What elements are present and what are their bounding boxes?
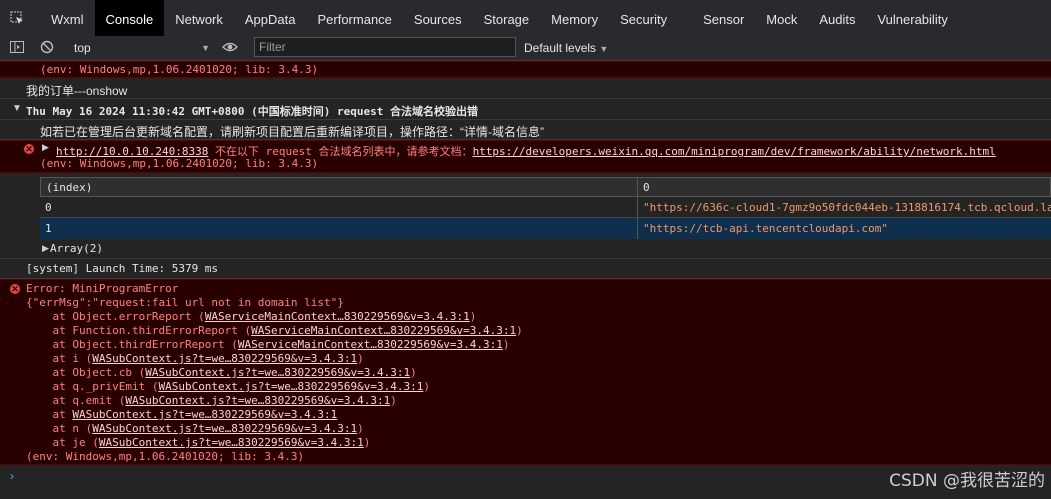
devtools-tabbar: Wxml Console Network AppData Performance…	[0, 0, 1051, 37]
panel-tabs: Wxml Console Network AppData Performance…	[40, 0, 959, 36]
expand-arrow-icon[interactable]: ▶	[42, 243, 49, 254]
console-toolbar: top ▼ Filter Default levels ▼	[0, 36, 1051, 61]
tab-vulnerability[interactable]: Vulnerability	[866, 0, 958, 36]
console-prompt-icon[interactable]: ›	[10, 469, 14, 483]
tab-memory[interactable]: Memory	[540, 0, 609, 36]
log-text: 我的订单---onshow	[26, 84, 128, 98]
table-header-index[interactable]: (index)	[40, 177, 638, 197]
error-title: Error: MiniProgramError	[26, 282, 179, 295]
group-header[interactable]: ▼ Thu May 16 2024 11:30:42 GMT+0800 (中国标…	[0, 99, 1051, 120]
stack-frame-link[interactable]: WASubContext.js?t=we…830229569&v=3.4.3:1	[72, 408, 337, 421]
stack-frame-function: at q.emit (	[26, 394, 126, 407]
stack-frame: at q.emit (WASubContext.js?t=we…83022956…	[26, 394, 397, 407]
env-text: (env: Windows,mp,1.06.2401020; lib: 3.4.…	[26, 450, 305, 463]
array-label: Array(2)	[50, 242, 103, 255]
stack-frame-function: at	[26, 408, 73, 421]
context-value: top	[74, 41, 91, 55]
tab-wxml[interactable]: Wxml	[40, 0, 95, 36]
stack-frame-function: at q._privEmit (	[26, 380, 159, 393]
watermark: CSDN @我很苦涩的	[889, 471, 1045, 491]
stack-frame-end: )	[423, 380, 430, 393]
env-text: (env: Windows,mp,1.06.2401020; lib: 3.4.…	[40, 157, 319, 170]
clear-console-icon[interactable]	[40, 40, 54, 54]
stack-frame-end: )	[516, 324, 523, 337]
error-entry: ✕ Error: MiniProgramError {"errMsg":"req…	[0, 279, 1051, 465]
stack-frame: at n (WASubContext.js?t=we…830229569&v=3…	[26, 422, 364, 435]
tab-performance[interactable]: Performance	[306, 0, 402, 36]
error-entry-tail: (env: Windows,mp,1.06.2401020; lib: 3.4.…	[0, 61, 1051, 78]
error-entry: ✕ ▶ http://10.0.10.240:8338 不在以下 request…	[0, 140, 1051, 173]
hint-text: 如若已在管理后台更新域名配置，请刷新项目配置后重新编译项目，操作路径：“详情-域…	[40, 125, 544, 139]
log-levels-dropdown[interactable]: Default levels ▼	[524, 36, 608, 60]
tab-sensor[interactable]: Sensor	[692, 0, 755, 36]
stack-frame-function: at Object.cb (	[26, 366, 146, 379]
stack-frame-end: )	[502, 338, 510, 351]
dropdown-arrow-icon: ▼	[599, 44, 609, 54]
stack-frame-end: )	[390, 394, 397, 407]
error-icon: ✕	[10, 284, 20, 294]
stack-frame: at je (WASubContext.js?t=we…830229569&v=…	[26, 436, 370, 449]
context-selector[interactable]: top ▼	[68, 38, 212, 58]
stack-frame: at Function.thirdErrorReport (WAServiceM…	[26, 324, 523, 337]
stack-frame-link[interactable]: WAServiceMainContext…830229569&v=3.4.3:1	[205, 310, 470, 323]
table-cell-index: 0	[40, 197, 638, 218]
stack-frame-link[interactable]: WAServiceMainContext…830229569&v=3.4.3:1	[251, 324, 516, 337]
tab-appdata[interactable]: AppData	[234, 0, 307, 36]
doc-link[interactable]: https://developers.weixin.qq.com/minipro…	[473, 145, 996, 158]
group-hint-row: 如若已在管理后台更新域名配置，请刷新项目配置后重新编译项目，操作路径：“详情-域…	[0, 120, 1051, 140]
dropdown-arrow-icon: ▼	[201, 43, 210, 53]
tab-mock[interactable]: Mock	[755, 0, 808, 36]
tab-audits[interactable]: Audits	[808, 0, 866, 36]
tab-console[interactable]: Console	[94, 0, 165, 36]
stack-frame-link[interactable]: WASubContext.js?t=we…830229569&v=3.4.3:1	[158, 380, 423, 393]
table-cell-index: 1	[40, 218, 638, 239]
launch-time-text: [system] Launch Time: 5379 ms	[26, 262, 219, 275]
sidebar-toggle-icon[interactable]	[10, 40, 24, 54]
tab-sources[interactable]: Sources	[403, 0, 473, 36]
stack-frame: at q._privEmit (WASubContext.js?t=we…830…	[26, 380, 430, 393]
stack-frame: at WASubContext.js?t=we…830229569&v=3.4.…	[26, 408, 337, 421]
expand-arrow-icon[interactable]: ▼	[12, 103, 22, 114]
eye-icon[interactable]	[222, 40, 238, 54]
filter-input[interactable]: Filter	[254, 37, 516, 57]
inspect-element-icon[interactable]	[10, 11, 24, 25]
stack-frame: at i (WASubContext.js?t=we…830229569&v=3…	[26, 352, 364, 365]
stack-frame-function: at n (	[26, 422, 93, 435]
table-header-0[interactable]: 0	[638, 177, 1051, 197]
env-text: (env: Windows,mp,1.06.2401020; lib: 3.4.…	[40, 63, 319, 76]
stack-frame-end: )	[410, 366, 417, 379]
stack-frame: at Object.thirdErrorReport (WAServiceMai…	[26, 338, 509, 351]
stack-frame-function: at i (	[26, 352, 93, 365]
expand-arrow-icon[interactable]: ▶	[42, 142, 49, 153]
log-levels-label: Default levels	[524, 41, 597, 55]
stack-frame-end: )	[469, 310, 477, 323]
log-entry: [system] Launch Time: 5379 ms	[0, 259, 1051, 279]
table-cell-value: "https://tcb-api.tencentcloudapi.com"	[638, 218, 1051, 239]
stack-frame-link[interactable]: WAServiceMainContext…830229569&v=3.4.3:1	[238, 338, 503, 351]
log-entry: 我的订单---onshow	[0, 78, 1051, 99]
stack-frame-end: )	[357, 352, 364, 365]
stack-frame-link[interactable]: WASubContext.js?t=we…830229569&v=3.4.3:1	[92, 352, 357, 365]
console-output: (env: Windows,mp,1.06.2401020; lib: 3.4.…	[0, 61, 1051, 499]
stack-frame-link[interactable]: WASubContext.js?t=we…830229569&v=3.4.3:1	[99, 436, 364, 449]
stack-frame-link[interactable]: WASubContext.js?t=we…830229569&v=3.4.3:1	[125, 394, 390, 407]
array-row[interactable]: ▶ Array(2)	[0, 239, 1051, 259]
stack-frame-function: at je (	[26, 436, 99, 449]
stack-frame-function: at Function.thirdErrorReport (	[26, 324, 252, 337]
tab-security[interactable]: Security	[609, 0, 678, 36]
error-icon: ✕	[24, 144, 34, 154]
stack-frame-link[interactable]: WASubContext.js?t=we…830229569&v=3.4.3:1	[92, 422, 357, 435]
stack-frame-function: at Object.errorReport (	[26, 310, 205, 323]
table-cell-value: "https://636c-cloud1-7gmz9o50fdc044eb-13…	[638, 197, 1051, 218]
stack-frame-end: )	[357, 422, 364, 435]
stack-frame-end: )	[363, 436, 371, 449]
stack-frame: at Object.errorReport (WAServiceMainCont…	[26, 310, 476, 323]
stack-frame: at Object.cb (WASubContext.js?t=we…83022…	[26, 366, 417, 379]
stack-frame-function: at Object.thirdErrorReport (	[26, 338, 238, 351]
tab-network[interactable]: Network	[164, 0, 234, 36]
group-title: Thu May 16 2024 11:30:42 GMT+0800 (中国标准时…	[26, 105, 479, 118]
tab-storage[interactable]: Storage	[473, 0, 541, 36]
error-json: {"errMsg":"request:fail url not in domai…	[26, 296, 344, 309]
stack-frame-link[interactable]: WASubContext.js?t=we…830229569&v=3.4.3:1	[145, 366, 410, 379]
